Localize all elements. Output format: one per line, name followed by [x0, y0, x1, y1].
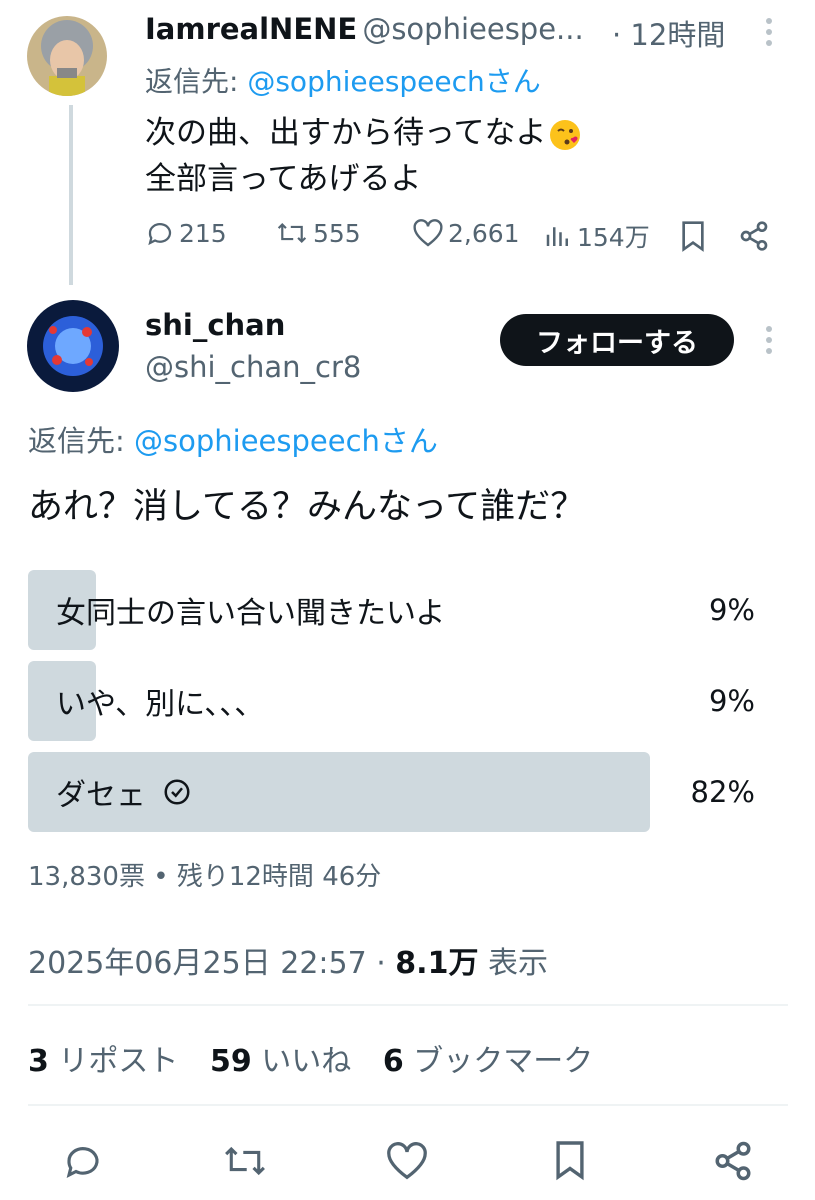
like-count: 2,661	[448, 218, 520, 248]
poll-option-text: ダセェ	[56, 778, 146, 813]
poll-meta: 13,830票 • 残り12時間 46分	[28, 856, 381, 893]
author-handle[interactable]: @sophieespe...	[362, 12, 583, 46]
share-icon[interactable]	[710, 1138, 756, 1184]
repost-count: 555	[313, 218, 361, 248]
kissing-face-emoji-icon	[548, 118, 582, 152]
poll-option-label: ダセェ	[56, 752, 192, 832]
tweet-timestamp[interactable]: 2025年06月25日 22:57 ·	[28, 946, 395, 981]
poll-option-percent: 82%	[690, 775, 755, 809]
thread-connector-line	[69, 105, 73, 285]
poll-option-label: いや、別に、、、	[56, 661, 264, 741]
reply-context: 返信先: @sophieespeechさん	[28, 418, 438, 460]
author-name[interactable]: shi_chan	[145, 308, 285, 342]
engagement-stats: 3 リポスト 59 いいね 6 ブックマーク	[28, 1036, 593, 1080]
bookmarks-label: ブックマーク	[403, 1044, 594, 1079]
poll-option-percent: 9%	[708, 684, 755, 718]
likes-stat[interactable]: 59 いいね	[210, 1044, 351, 1079]
reply-icon[interactable]	[60, 1138, 106, 1184]
tweet-text-line: 次の曲、出すから待ってなよ	[145, 115, 547, 151]
bookmarks-stat[interactable]: 6 ブックマーク	[383, 1044, 593, 1079]
like-button[interactable]: 2,661	[412, 218, 520, 248]
reply-prefix: 返信先:	[145, 65, 248, 98]
tweet-text: 次の曲、出すから待ってなよ 全部言ってあげるよ	[145, 110, 582, 202]
bookmarks-count: 6	[382, 1044, 404, 1079]
likes-label: いいね	[251, 1044, 352, 1079]
share-icon[interactable]	[738, 220, 770, 256]
reply-icon	[148, 223, 172, 246]
reposts-label: リポスト	[48, 1044, 179, 1079]
poll-option[interactable]: 女同士の言い合い聞きたいよ 9%	[28, 570, 755, 650]
poll-option[interactable]: ダセェ 82%	[28, 752, 755, 832]
poll-option-percent: 9%	[708, 593, 755, 627]
parent-author-line: IamrealNENE @sophieespe...	[145, 12, 605, 46]
author-handle[interactable]: @shi_chan_cr8	[145, 350, 361, 384]
repost-button[interactable]: 555	[275, 218, 361, 248]
heart-icon[interactable]	[384, 1138, 430, 1184]
analytics-icon	[546, 227, 568, 246]
reply-to-link[interactable]: @sophieespeechさん	[134, 424, 438, 458]
author-name[interactable]: IamrealNENE	[145, 12, 357, 46]
reposts-count: 3	[28, 1044, 49, 1079]
follow-button[interactable]: フォローする	[500, 314, 734, 366]
tweet-time[interactable]: · 12時間	[612, 12, 725, 54]
divider	[28, 1104, 788, 1106]
poll-option-text: 女同士の言い合い聞きたいよ	[56, 596, 446, 631]
more-options-icon[interactable]	[766, 18, 774, 51]
avatar[interactable]	[27, 300, 119, 392]
views-label: 表示	[478, 946, 548, 981]
repost-icon	[277, 222, 307, 244]
poll-votes: 13,830票	[28, 862, 145, 892]
reply-prefix: 返信先:	[28, 424, 134, 458]
reply-context: 返信先: @sophieespeechさん	[145, 60, 541, 100]
tweet-text: あれ？消してる？みんなって誰だ？	[28, 487, 586, 527]
reposts-stat[interactable]: 3 リポスト	[28, 1044, 178, 1079]
bookmark-icon[interactable]	[678, 220, 708, 256]
poll-option[interactable]: いや、別に、、、 9%	[28, 661, 755, 741]
views-button[interactable]: 154万	[543, 218, 650, 254]
view-count: 154万	[577, 223, 650, 252]
reply-count: 215	[179, 218, 227, 248]
likes-count: 59	[209, 1044, 252, 1079]
tweet-text-line: 全部言ってあげるよ	[145, 161, 422, 197]
divider	[28, 1004, 788, 1006]
reply-button[interactable]: 215	[145, 218, 227, 248]
poll-option-text: いや、別に、、、	[56, 687, 265, 722]
views-count: 8.1万	[395, 946, 479, 981]
repost-icon[interactable]	[220, 1138, 270, 1184]
heart-icon	[413, 219, 443, 247]
avatar[interactable]	[27, 16, 107, 96]
more-options-icon[interactable]	[766, 326, 774, 359]
tweet-timestamp-line: 2025年06月25日 22:57 · 8.1万 表示	[28, 938, 548, 982]
bookmark-icon[interactable]	[550, 1136, 590, 1184]
poll-remaining: • 残り12時間 46分	[153, 862, 382, 892]
check-circle-icon	[164, 779, 190, 805]
reply-to-link[interactable]: @sophieespeechさん	[247, 65, 540, 98]
poll-option-label: 女同士の言い合い聞きたいよ	[56, 570, 445, 650]
